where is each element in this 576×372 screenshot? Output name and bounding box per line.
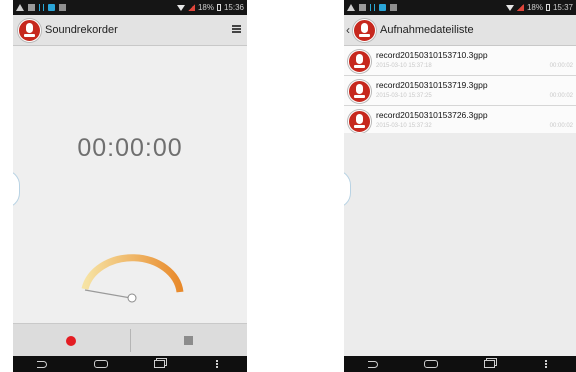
- nav-home-button[interactable]: [421, 358, 441, 370]
- warning-icon: [16, 4, 24, 11]
- recording-duration: 00:00:02: [549, 123, 573, 129]
- list-item[interactable]: record20150310153710.3gpp 2015-03-10 15:…: [344, 46, 576, 76]
- nav-more-button[interactable]: [537, 358, 557, 370]
- nav-recent-button[interactable]: [149, 358, 169, 370]
- recorder-screen: 18% 15:36 Soundrekorder › 00:00:00: [13, 0, 247, 372]
- recording-date: 2015-03-10 15:37:32: [376, 123, 432, 129]
- lock-icon: [48, 4, 55, 11]
- nav-more-button[interactable]: [208, 358, 228, 370]
- back-icon: [368, 360, 378, 368]
- recording-date: 2015-03-10 15:37:25: [376, 93, 432, 99]
- recorder-controls: [13, 323, 247, 357]
- overflow-icon: [545, 360, 549, 368]
- nav-home-button[interactable]: [91, 358, 111, 370]
- recording-name: record20150310153719.3gpp: [376, 80, 488, 90]
- overflow-icon: [215, 360, 220, 368]
- microphone-icon: [348, 80, 371, 103]
- usb-icon: [370, 4, 375, 11]
- status-bar: 18% 15:37: [344, 0, 576, 15]
- wifi-icon: [505, 4, 514, 11]
- battery-percent: 18%: [197, 3, 214, 12]
- wifi-icon: [176, 4, 185, 11]
- action-bar: Soundrekorder: [13, 15, 247, 46]
- nav-recent-button[interactable]: [479, 358, 499, 370]
- status-time: 15:36: [223, 3, 244, 12]
- navigation-bar: [344, 356, 576, 372]
- list-item[interactable]: record20150310153726.3gpp 2015-03-10 15:…: [344, 106, 576, 136]
- home-icon: [93, 360, 108, 368]
- microphone-app-icon[interactable]: [353, 18, 376, 42]
- navigation-bar: [13, 356, 247, 372]
- warning-icon: [347, 4, 355, 11]
- recording-duration: 00:00:02: [549, 93, 573, 99]
- recording-name: record20150310153726.3gpp: [376, 110, 488, 120]
- side-drawer-handle[interactable]: ›: [13, 170, 20, 208]
- recording-duration: 00:00:02: [549, 63, 573, 69]
- battery-percent: 18%: [526, 3, 543, 12]
- home-icon: [424, 360, 438, 368]
- signal-icon: [516, 4, 524, 11]
- notification-icon: [390, 4, 397, 11]
- recent-apps-icon: [483, 360, 495, 368]
- mail-icon: [28, 4, 35, 11]
- list-item[interactable]: record20150310153719.3gpp 2015-03-10 15:…: [344, 76, 576, 106]
- recording-name: record20150310153710.3gpp: [376, 50, 488, 60]
- gauge-arc: [81, 254, 184, 293]
- mail-icon: [359, 4, 366, 11]
- microphone-icon: [348, 110, 371, 133]
- gauge-pivot: [127, 293, 137, 303]
- battery-icon: [545, 4, 550, 11]
- back-icon: [37, 360, 48, 368]
- battery-icon: [216, 4, 221, 11]
- recent-apps-icon: [153, 360, 165, 368]
- status-time: 15:37: [552, 3, 573, 12]
- usb-icon: [39, 4, 44, 11]
- recording-list: record20150310153710.3gpp 2015-03-10 15:…: [344, 46, 576, 136]
- recording-list-screen: 18% 15:37 ‹ Aufnahmedateiliste record201…: [344, 0, 576, 372]
- recording-timer: 00:00:00: [77, 134, 183, 162]
- microphone-icon: [348, 50, 371, 73]
- nav-back-button[interactable]: [32, 358, 52, 370]
- app-title: Soundrekorder: [45, 24, 118, 36]
- record-icon: [66, 335, 77, 346]
- gauge-needle: [84, 289, 132, 299]
- recording-date: 2015-03-10 15:37:18: [376, 63, 432, 69]
- stop-icon: [184, 336, 194, 345]
- back-chevron-icon[interactable]: ‹: [346, 23, 352, 37]
- signal-icon: [187, 4, 195, 11]
- notification-icon: [59, 4, 66, 11]
- level-meter-gauge: [81, 254, 184, 303]
- lock-icon: [379, 4, 386, 11]
- record-button[interactable]: [13, 324, 130, 357]
- list-title: Aufnahmedateiliste: [380, 24, 474, 36]
- list-background: [344, 133, 576, 356]
- action-bar: ‹ Aufnahmedateiliste: [344, 15, 576, 46]
- status-bar: 18% 15:36: [13, 0, 247, 15]
- microphone-app-icon[interactable]: [18, 18, 41, 42]
- nav-back-button[interactable]: [363, 358, 383, 370]
- menu-icon[interactable]: [232, 25, 241, 33]
- stop-button[interactable]: [131, 324, 248, 357]
